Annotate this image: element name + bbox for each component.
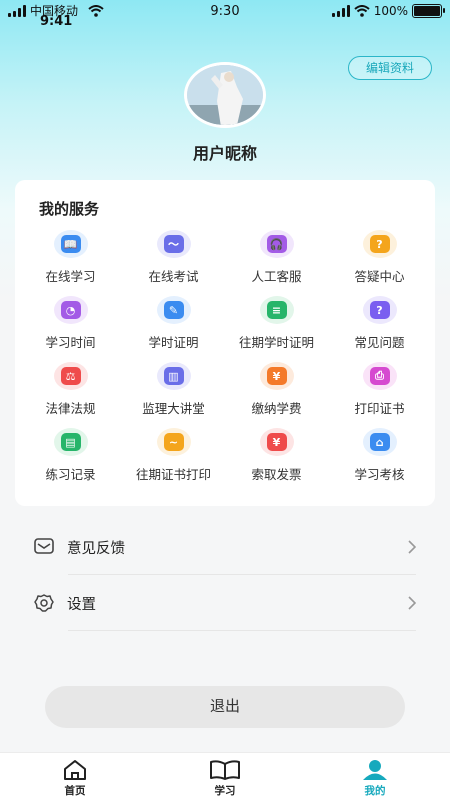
icon-glyph: 📖 bbox=[60, 235, 81, 253]
icon-glyph: ◔ bbox=[60, 301, 81, 319]
icon-glyph: 〜 bbox=[163, 235, 184, 253]
icon-glyph: 🎧 bbox=[266, 235, 287, 253]
chevron-right-icon bbox=[408, 596, 416, 610]
menu-divider bbox=[68, 630, 416, 631]
service-item[interactable]: ⎙ 打印证书 bbox=[328, 362, 431, 428]
service-item[interactable]: ≡ 往期学时证明 bbox=[225, 296, 328, 362]
lecture-chart-icon: ▥ bbox=[156, 362, 191, 390]
certificate-edit-icon: ✎ bbox=[156, 296, 191, 324]
feedback-row[interactable]: 意见反馈 bbox=[34, 519, 416, 575]
service-label: 人工客服 bbox=[251, 269, 302, 284]
tab-home[interactable]: 首页 bbox=[0, 753, 150, 800]
service-label: 监理大讲堂 bbox=[142, 401, 205, 416]
service-label: 学习考核 bbox=[354, 467, 405, 482]
status-bar: 中国移动 9:41 9:30 100% bbox=[0, 0, 450, 30]
service-item[interactable]: ? 答疑中心 bbox=[328, 230, 431, 296]
service-item[interactable]: ▥ 监理大讲堂 bbox=[122, 362, 225, 428]
tab-bar: 首页 学习 我的 bbox=[0, 752, 450, 800]
document-icon: ≡ bbox=[259, 296, 294, 324]
icon-glyph: ¥ bbox=[266, 433, 287, 451]
service-item[interactable]: 📖 在线学习 bbox=[19, 230, 122, 296]
services-title: 我的服务 bbox=[39, 200, 100, 218]
open-book-icon bbox=[210, 760, 240, 780]
tab-study[interactable]: 学习 bbox=[150, 753, 300, 800]
service-label: 在线考试 bbox=[148, 269, 199, 284]
service-item[interactable]: 〜在线考试 bbox=[122, 230, 225, 296]
service-label: 常见问题 bbox=[354, 335, 405, 350]
feedback-label: 意见反馈 bbox=[67, 541, 125, 557]
service-item[interactable]: ⌂ 学习考核 bbox=[328, 428, 431, 494]
certificate-print-icon: ~ bbox=[156, 428, 191, 456]
icon-glyph: ▤ bbox=[60, 433, 81, 451]
service-label: 往期学时证明 bbox=[238, 335, 314, 350]
icon-glyph: ≡ bbox=[266, 301, 287, 319]
service-item[interactable]: ¥ 缴纳学费 bbox=[225, 362, 328, 428]
icon-glyph: ~ bbox=[163, 433, 184, 451]
service-label: 打印证书 bbox=[354, 401, 405, 416]
payment-icon: ¥ bbox=[259, 362, 294, 390]
settings-label: 设置 bbox=[67, 597, 96, 613]
service-label: 缴纳学费 bbox=[251, 401, 302, 416]
tab-mine-label: 我的 bbox=[364, 785, 386, 797]
settings-row[interactable]: 设置 bbox=[34, 575, 416, 631]
invoice-icon: ¥ bbox=[259, 428, 294, 456]
tab-study-label: 学习 bbox=[214, 785, 236, 797]
service-label: 往期证书打印 bbox=[135, 467, 211, 482]
home-icon bbox=[64, 760, 86, 780]
cell-signal-icon bbox=[331, 5, 350, 17]
chevron-right-icon bbox=[408, 540, 416, 554]
service-label: 学习时间 bbox=[45, 335, 96, 350]
clock-icon: ◔ bbox=[53, 296, 88, 324]
icon-glyph: ¥ bbox=[266, 367, 287, 385]
icon-glyph: ▥ bbox=[163, 367, 184, 385]
book-icon: 📖 bbox=[53, 230, 88, 258]
icon-glyph: ? bbox=[369, 235, 390, 253]
service-item[interactable]: ◔ 学习时间 bbox=[19, 296, 122, 362]
service-item[interactable]: ~ 往期证书打印 bbox=[122, 428, 225, 494]
services-card: 我的服务 📖 在线学习 〜在线考试 🎧 人工客服? 答疑中心 ◔ 学习时间 ✎ 学时证明 ≡ 往期学时… bbox=[15, 180, 435, 506]
services-grid: 📖 在线学习 〜在线考试 🎧 人工客服? 答疑中心 ◔ 学习时间 ✎ 学时证明 ≡ 往期学时证明? 常见… bbox=[19, 230, 431, 494]
mail-icon bbox=[34, 538, 54, 554]
edit-profile-button[interactable]: 编辑资料 bbox=[348, 56, 432, 80]
question-icon: ? bbox=[362, 296, 397, 324]
wifi-icon-right bbox=[354, 5, 370, 17]
icon-glyph: ⎙ bbox=[369, 367, 390, 385]
service-label: 法律法规 bbox=[45, 401, 96, 416]
tab-mine[interactable]: 我的 bbox=[300, 753, 450, 800]
icon-glyph: ⌂ bbox=[369, 433, 390, 451]
service-item[interactable]: ? 常见问题 bbox=[328, 296, 431, 362]
printer-icon: ⎙ bbox=[362, 362, 397, 390]
status-right: 100% bbox=[331, 4, 445, 18]
service-label: 学时证明 bbox=[148, 335, 199, 350]
service-label: 在线学习 bbox=[45, 269, 96, 284]
battery-icon bbox=[412, 4, 445, 18]
service-item[interactable]: ✎ 学时证明 bbox=[122, 296, 225, 362]
record-icon: ▤ bbox=[53, 428, 88, 456]
logout-button[interactable]: 退出 bbox=[45, 686, 405, 728]
gavel-icon: ⚖ bbox=[53, 362, 88, 390]
user-icon bbox=[363, 760, 387, 780]
avatar[interactable] bbox=[184, 62, 266, 128]
icon-glyph: ⚖ bbox=[60, 367, 81, 385]
service-item[interactable]: 🎧 人工客服 bbox=[225, 230, 328, 296]
service-item[interactable]: ▤ 练习记录 bbox=[19, 428, 122, 494]
gear-icon bbox=[34, 594, 54, 612]
service-label: 索取发票 bbox=[251, 467, 302, 482]
service-label: 练习记录 bbox=[45, 467, 96, 482]
exam-icon: 〜 bbox=[156, 230, 191, 258]
battery-percent: 100% bbox=[373, 4, 408, 18]
assessment-board-icon: ⌂ bbox=[362, 428, 397, 456]
icon-glyph: ? bbox=[369, 301, 390, 319]
service-item[interactable]: ¥ 索取发票 bbox=[225, 428, 328, 494]
qa-icon: ? bbox=[362, 230, 397, 258]
service-item[interactable]: ⚖ 法律法规 bbox=[19, 362, 122, 428]
icon-glyph: ✎ bbox=[163, 301, 184, 319]
nickname: 用户昵称 bbox=[192, 144, 257, 163]
headset-icon: 🎧 bbox=[259, 230, 294, 258]
tab-home-label: 首页 bbox=[64, 785, 86, 797]
service-label: 答疑中心 bbox=[354, 269, 405, 284]
